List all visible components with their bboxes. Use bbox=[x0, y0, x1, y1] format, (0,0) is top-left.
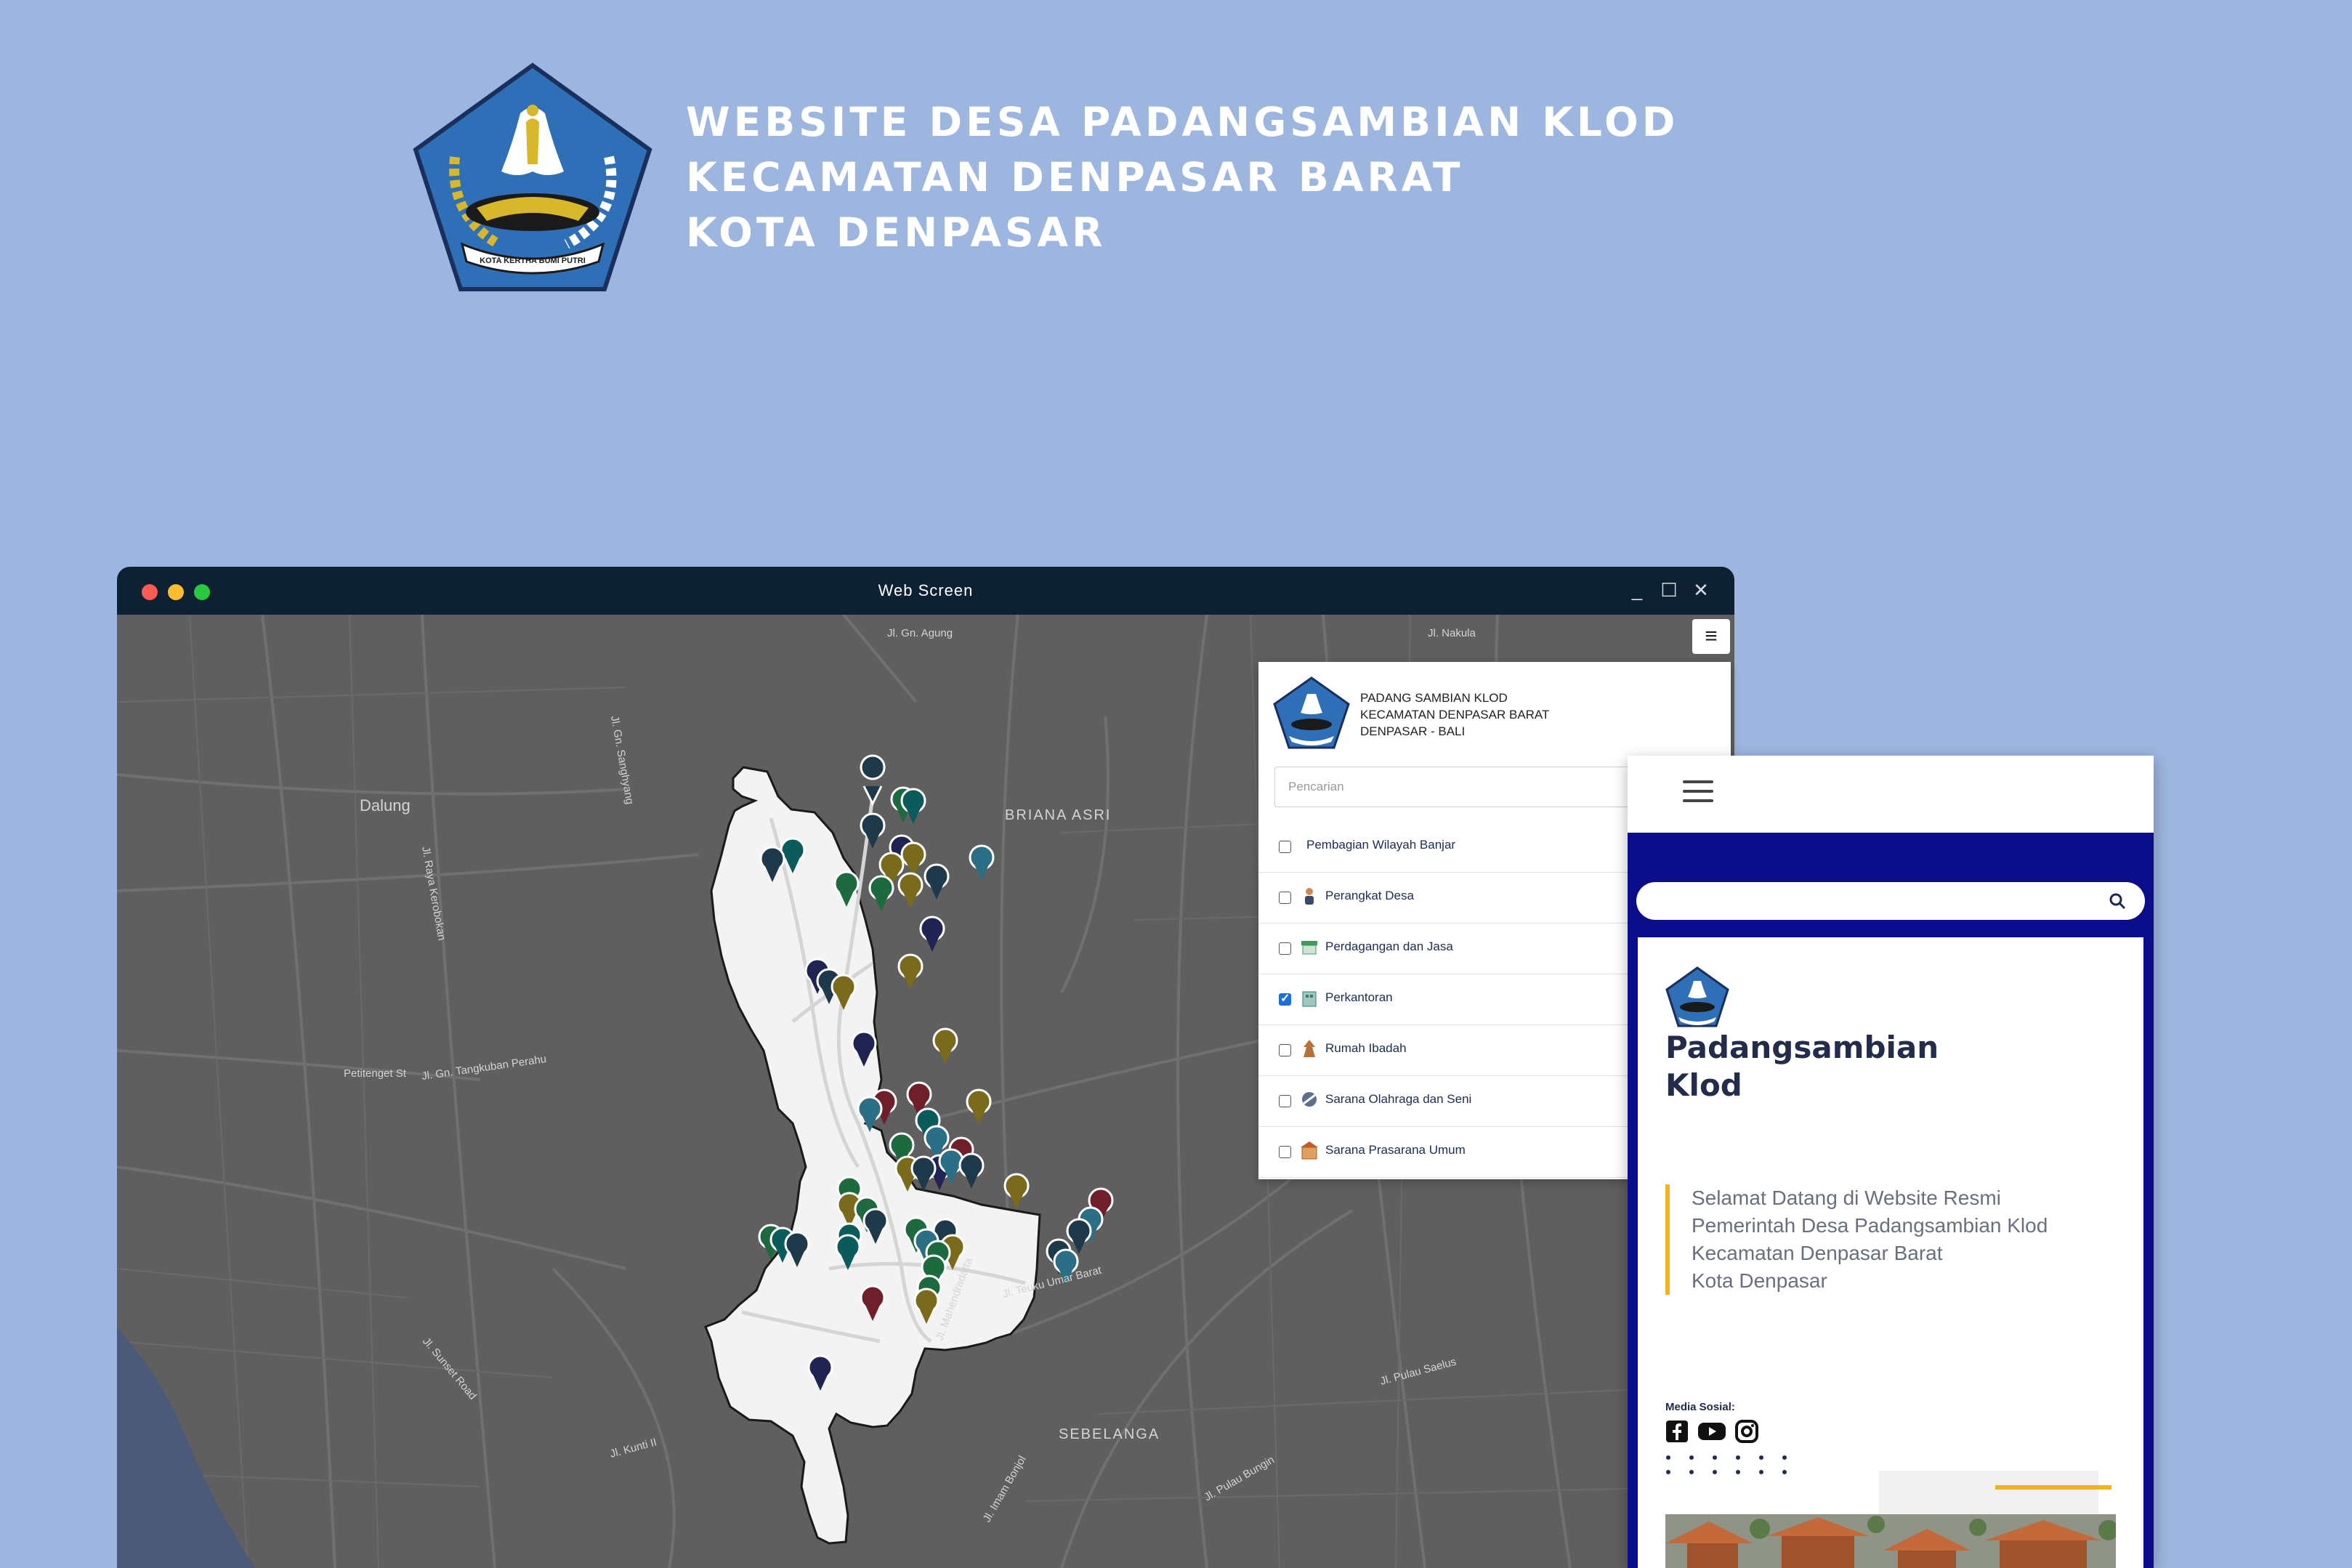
welcome-line-2: Pemerintah Desa Padangsambian Klod bbox=[1692, 1214, 2048, 1237]
map-label-nakula: Jl. Nakula bbox=[1428, 627, 1476, 639]
panel-header-line-1: PADANG SAMBIAN KLOD bbox=[1360, 691, 1508, 705]
mobile-title: Padangsambian Klod bbox=[1665, 1029, 2029, 1104]
map-menu-button[interactable]: ≡ bbox=[1692, 619, 1730, 654]
headline-line-3: KOTA DENPASAR bbox=[686, 209, 1107, 256]
headline-line-2: KECAMATAN DENPASAR BARAT bbox=[686, 154, 1464, 201]
headline-line-1: WEBSITE DESA PADANGSAMBIAN KLOD bbox=[686, 99, 1679, 145]
close-icon[interactable]: ✕ bbox=[1689, 578, 1713, 602]
slider-indicator-active bbox=[1995, 1485, 2111, 1490]
map-label-gn-agung: Jl. Gn. Agung bbox=[887, 627, 953, 639]
layer-checkbox[interactable] bbox=[1279, 1146, 1291, 1158]
mobile-frame: Padangsambian Klod Selamat Datang di Web… bbox=[1628, 833, 2154, 1568]
kota-denpasar-emblem-icon bbox=[1273, 676, 1350, 749]
mobile-hero: Padangsambian Klod Selamat Datang di Web… bbox=[1638, 937, 2143, 1568]
map-label-petitenget: Petitenget St bbox=[344, 1067, 407, 1080]
layer-label: Perangkat Desa bbox=[1325, 889, 1414, 902]
slider-indicator[interactable] bbox=[1879, 1471, 2111, 1514]
panel-header-line-2: KECAMATAN DENPASAR BARAT bbox=[1360, 708, 1550, 722]
market-icon bbox=[1301, 941, 1317, 955]
layer-checkbox[interactable] bbox=[1279, 841, 1291, 853]
kota-denpasar-emblem-icon bbox=[1665, 966, 1729, 1027]
social-media-label: Media Sosial: bbox=[1665, 1401, 1735, 1413]
mobile-title-line-1: Padangsambian bbox=[1665, 1030, 1939, 1065]
youtube-icon[interactable] bbox=[1697, 1420, 1726, 1443]
layer-checkbox[interactable] bbox=[1279, 892, 1291, 904]
office-icon bbox=[1302, 991, 1317, 1007]
mobile-preview: Padangsambian Klod Selamat Datang di Web… bbox=[1628, 756, 2154, 1568]
panel-header: PADANG SAMBIAN KLOD KECAMATAN DENPASAR B… bbox=[1360, 690, 1549, 740]
layer-label: Perdagangan dan Jasa bbox=[1325, 939, 1453, 953]
emblem-motto: KOTA KERTHA BUMI PUTRI bbox=[480, 256, 586, 265]
search-icon[interactable] bbox=[2107, 891, 2127, 911]
welcome-message: Selamat Datang di Website Resmi Pemerint… bbox=[1665, 1184, 2101, 1295]
minimize-icon[interactable]: _ bbox=[1625, 578, 1649, 602]
mobile-search-input[interactable] bbox=[1636, 882, 2145, 920]
decorative-dots bbox=[1666, 1455, 1787, 1474]
public-facility-icon bbox=[1301, 1141, 1318, 1160]
page-headline: WEBSITE DESA PADANGSAMBIAN KLOD KECAMATA… bbox=[686, 94, 1678, 260]
map-label-sebelanga: SEBELANGA bbox=[1059, 1426, 1160, 1442]
facebook-icon[interactable] bbox=[1665, 1420, 1689, 1443]
map-label-dalung: Dalung bbox=[360, 796, 411, 815]
temple-icon bbox=[1304, 1040, 1315, 1057]
sports-icon bbox=[1302, 1092, 1317, 1107]
layer-checkbox[interactable] bbox=[1279, 942, 1291, 955]
person-icon bbox=[1305, 888, 1314, 905]
welcome-line-1: Selamat Datang di Website Resmi bbox=[1692, 1187, 2001, 1209]
layer-label: Sarana Prasarana Umum bbox=[1325, 1143, 1466, 1157]
layer-checkbox[interactable] bbox=[1279, 1044, 1291, 1056]
mobile-topbar bbox=[1628, 756, 2154, 833]
layer-label: Rumah Ibadah bbox=[1325, 1041, 1407, 1055]
panel-header-line-3: DENPASAR - BALI bbox=[1360, 724, 1466, 738]
hamburger-menu-icon[interactable] bbox=[1683, 780, 1713, 804]
welcome-line-4: Kota Denpasar bbox=[1692, 1269, 1827, 1292]
layer-label: Pembagian Wilayah Banjar bbox=[1306, 838, 1456, 852]
mobile-title-line-2: Klod bbox=[1665, 1067, 1742, 1103]
layer-label: Sarana Olahraga dan Seni bbox=[1325, 1092, 1472, 1106]
window-title: Web Screen bbox=[878, 581, 974, 599]
layer-label: Perkantoran bbox=[1325, 990, 1393, 1004]
kota-denpasar-emblem-icon: KOTA KERTHA BUMI PUTRI bbox=[413, 62, 652, 291]
village-aerial-photo bbox=[1665, 1514, 2116, 1568]
maximize-icon[interactable]: ☐ bbox=[1657, 578, 1681, 602]
layer-checkbox[interactable] bbox=[1279, 1095, 1291, 1107]
welcome-line-3: Kecamatan Denpasar Barat bbox=[1692, 1242, 1943, 1264]
window-titlebar: Web Screen _ ☐ ✕ bbox=[117, 567, 1734, 615]
layer-checkbox-checked[interactable] bbox=[1279, 991, 1291, 1006]
map-label-briana-asri: BRIANA ASRI bbox=[1005, 807, 1112, 823]
instagram-icon[interactable] bbox=[1735, 1420, 1758, 1443]
